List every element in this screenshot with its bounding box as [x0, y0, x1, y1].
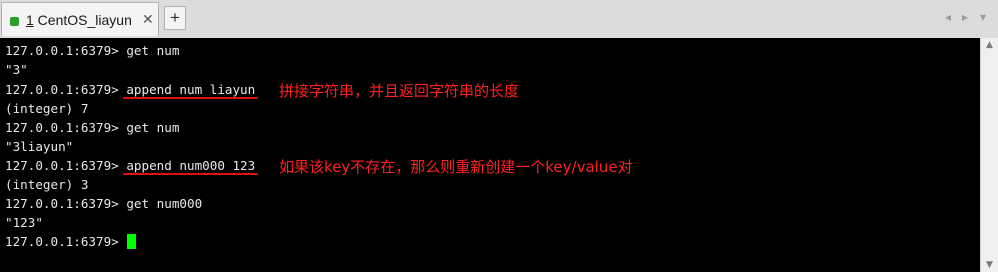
scroll-up-icon[interactable]: ▲ — [981, 40, 998, 50]
vertical-scrollbar[interactable]: ▲ ▼ — [980, 38, 998, 272]
terminal-area[interactable]: 127.0.0.1:6379> get num "3" 127.0.0.1:63… — [0, 38, 980, 272]
terminal-output: "123" — [5, 215, 43, 230]
annotation-append-existing: 拼接字符串，并且返回字符串的长度 — [279, 82, 520, 100]
command-underlined: append num000 123 — [126, 158, 256, 173]
connected-status-icon — [10, 17, 19, 26]
terminal-line: 127.0.0.1:6379> append num liayun — [5, 80, 255, 99]
prompt: 127.0.0.1:6379> — [5, 196, 127, 211]
terminal-line: 127.0.0.1:6379> get num — [5, 118, 179, 137]
annotation-append-new: 如果该key不存在，那么则重新创建一个key/value对 — [279, 158, 633, 176]
terminal-output: (integer) 7 — [5, 101, 89, 116]
terminal-line: 127.0.0.1:6379> get num000 — [5, 194, 202, 213]
command: get num — [126, 120, 180, 135]
command: get num000 — [126, 196, 203, 211]
prompt: 127.0.0.1:6379> — [5, 120, 127, 135]
terminal-output: "3liayun" — [5, 139, 74, 154]
add-tab-button[interactable]: + — [164, 6, 186, 30]
command-underlined: append num liayun — [126, 82, 256, 97]
close-tab-icon[interactable]: ✕ — [142, 11, 154, 28]
terminal-line: 127.0.0.1:6379> append num000 123 — [5, 156, 255, 175]
terminal-line: 127.0.0.1:6379> get num — [5, 41, 179, 60]
tab-centos-liayun[interactable]: 1 CentOS_liayun ✕ — [1, 2, 159, 36]
prompt: 127.0.0.1:6379> — [5, 82, 127, 97]
terminal-line-active: 127.0.0.1:6379> — [5, 232, 137, 251]
command: get num — [126, 43, 180, 58]
tab-number: 1 — [26, 12, 34, 28]
prompt: 127.0.0.1:6379> — [5, 158, 127, 173]
prompt: 127.0.0.1:6379> — [5, 234, 127, 249]
prompt: 127.0.0.1:6379> — [5, 43, 127, 58]
tab-menu-icon[interactable]: ▾ — [980, 10, 986, 24]
terminal-output: (integer) 3 — [5, 177, 89, 192]
terminal-output: "3" — [5, 62, 28, 77]
scroll-tabs-left-icon[interactable]: ◂ — [945, 10, 951, 24]
tab-label: 1 CentOS_liayun — [26, 12, 132, 28]
scroll-tabs-right-icon[interactable]: ▸ — [962, 10, 968, 24]
tab-bar: 1 CentOS_liayun ✕ + ◂ ▸ ▾ — [0, 0, 998, 39]
tab-title: CentOS_liayun — [33, 12, 132, 28]
scroll-down-icon[interactable]: ▼ — [981, 260, 998, 270]
terminal-cursor — [127, 234, 137, 249]
